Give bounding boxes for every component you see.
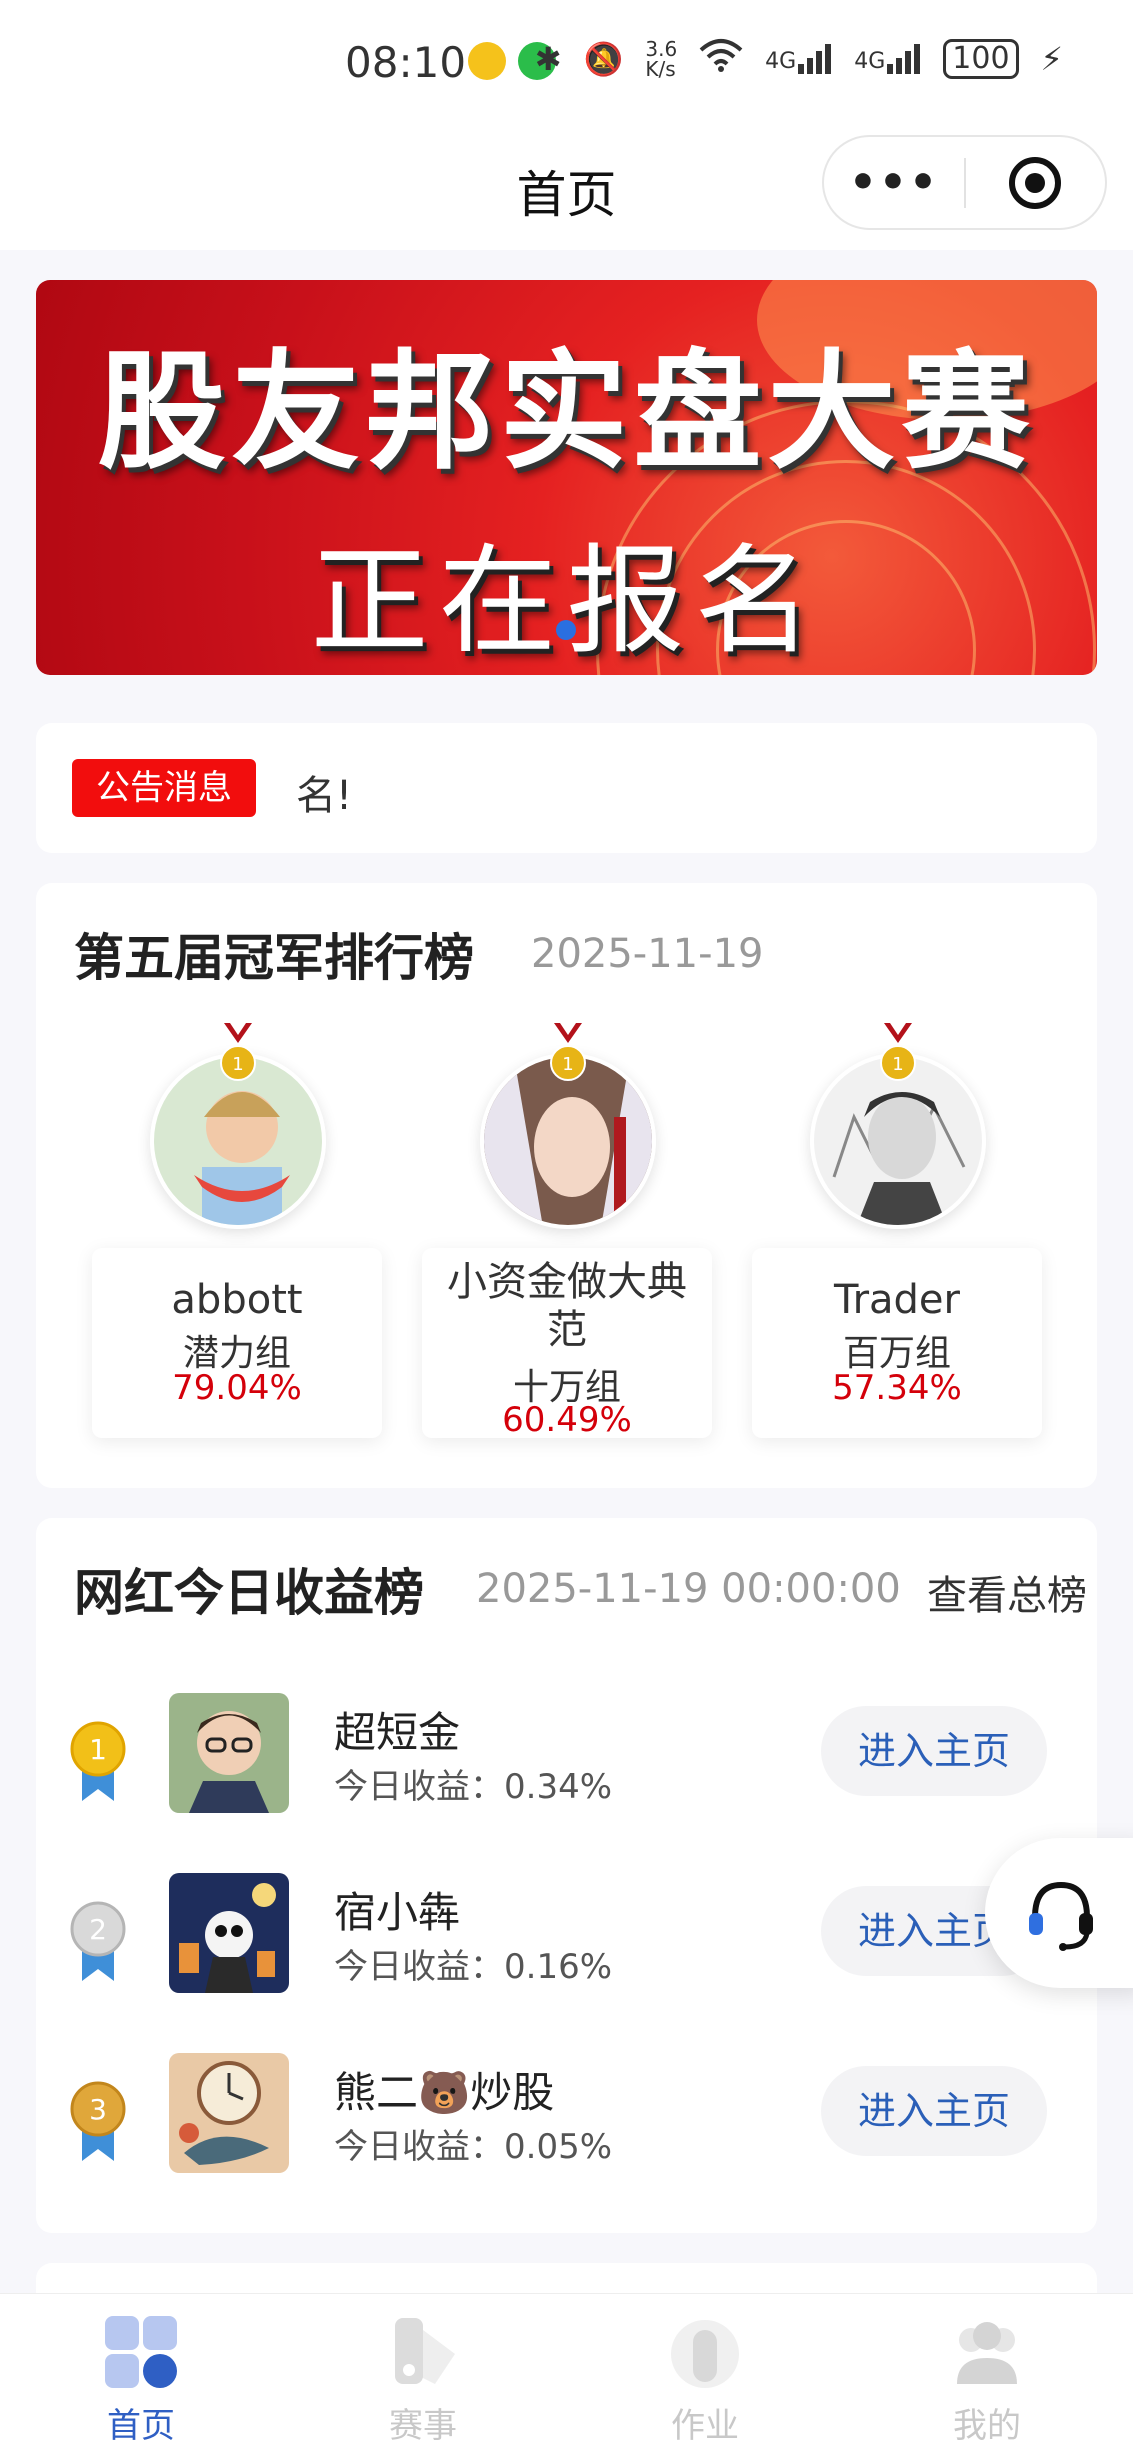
status-time: 08:10 (345, 38, 467, 87)
influencer-row[interactable]: 2 宿小犇 今日收益：0.16% 进入主页 (36, 1873, 1097, 2003)
target-icon (1009, 156, 1062, 209)
svg-text:1: 1 (562, 1054, 573, 1075)
avatar[interactable] (169, 2053, 289, 2173)
champion-card[interactable]: 小资金做大典范 十万组 60.49% (422, 1248, 712, 1440)
svg-text:2: 2 (89, 1913, 107, 1946)
more-menu-button[interactable]: ••• (824, 157, 964, 208)
champion-ranking-section: 第五届冠军排行榜 2025-11-19 abbott 潜力组 79.04% 1 … (36, 883, 1097, 1488)
rank-silver-icon: 2 (70, 1901, 126, 1981)
notice-marquee-text: 名! (296, 773, 353, 819)
weibo-icon (468, 42, 506, 80)
tab-home[interactable]: 首页 (41, 2314, 241, 2446)
rank-bronze-icon: 3 (70, 2081, 126, 2161)
banner-headline: 股友邦实盘大赛 (97, 337, 1036, 487)
champion-title: 第五届冠军排行榜 (74, 929, 474, 987)
customer-service-button[interactable] (985, 1838, 1133, 1988)
enter-homepage-button[interactable]: 进入主页 (821, 2066, 1047, 2156)
network-speed: 3.6 K/s (645, 37, 678, 81)
status-icons: ✱ 🔕 3.6 K/s 4G 4G 100 ⚡ (535, 38, 1063, 80)
headset-icon (1029, 1881, 1093, 1951)
influencer-gain: 今日收益：0.16% (334, 1947, 613, 1987)
rank-gold-icon: 1 (70, 1721, 126, 1801)
svg-text:3: 3 (89, 2093, 107, 2126)
nav-bar: 首页 ••• (0, 125, 1133, 250)
tab-events[interactable]: 赛事 (323, 2314, 523, 2446)
charging-icon: ⚡ (1040, 40, 1063, 78)
close-program-button[interactable] (966, 156, 1105, 209)
notice-tag: 公告消息 (72, 759, 256, 817)
banner-subheadline: 正在报名 (310, 532, 823, 670)
tab-label: 我的 (953, 2406, 1021, 2446)
svg-text:1: 1 (232, 1054, 243, 1075)
svg-text:1: 1 (892, 1054, 903, 1075)
medal-icon: 1 (880, 1023, 916, 1081)
influencer-name: 熊二🐻炒股 (334, 2068, 555, 2117)
home-grid-icon (105, 2316, 177, 2388)
medal-icon: 1 (550, 1023, 586, 1081)
influencer-gain: 今日收益：0.05% (334, 2127, 613, 2167)
influencer-name: 宿小犇 (334, 1888, 461, 1937)
champion-name: Trader (834, 1277, 960, 1323)
champion-card[interactable]: Trader 百万组 57.34% (752, 1248, 1042, 1438)
avatar[interactable] (169, 1693, 289, 1813)
champion-return: 79.04% (172, 1368, 302, 1408)
influencer-gain: 今日收益：0.34% (334, 1767, 613, 1807)
champion-return: 60.49% (502, 1400, 632, 1440)
champion-return: 57.34% (832, 1368, 962, 1408)
mute-icon: 🔕 (583, 40, 624, 78)
medal-icon: 1 (220, 1023, 256, 1081)
profile-icon (957, 2322, 1017, 2384)
mini-program-capsule: ••• (822, 135, 1107, 230)
influencer-row[interactable]: 1 超短金 今日收益：0.34% 进入主页 (36, 1693, 1097, 1823)
notice-bar[interactable]: 公告消息 名! (36, 723, 1097, 853)
bottom-tab-bar: 首页 赛事 作业 我的 (0, 2293, 1133, 2453)
view-all-link[interactable]: 查看总榜 (927, 1563, 1087, 1621)
influencer-name: 超短金 (334, 1708, 461, 1757)
influencer-date: 2025-11-19 00:00:00 (476, 1566, 901, 1612)
enter-homepage-button[interactable]: 进入主页 (821, 1706, 1047, 1796)
tab-mine[interactable]: 我的 (887, 2314, 1087, 2446)
influencer-title: 网红今日收益榜 (74, 1564, 424, 1622)
promo-banner[interactable]: 股友邦实盘大赛 正在报名 (36, 280, 1097, 675)
signal-icon-1: 4G (765, 44, 832, 74)
avatar[interactable] (169, 1873, 289, 1993)
champion-date: 2025-11-19 (531, 931, 764, 977)
champion-name: abbott (171, 1277, 303, 1323)
banner-pagination-dot[interactable] (556, 620, 576, 640)
wifi-icon (699, 38, 743, 80)
svg-text:1: 1 (89, 1733, 107, 1766)
tab-label: 首页 (107, 2406, 175, 2446)
champion-card[interactable]: abbott 潜力组 79.04% (92, 1248, 382, 1438)
champion-name: 小资金做大典范 (447, 1259, 687, 1353)
tab-homework[interactable]: 作业 (605, 2314, 805, 2446)
status-bar: 08:10 ✱ 🔕 3.6 K/s 4G 4G 100 ⚡ (0, 0, 1133, 125)
battery-indicator: 100 (943, 39, 1019, 79)
tab-label: 作业 (671, 2406, 739, 2446)
events-icon (395, 2318, 455, 2384)
influencer-row[interactable]: 3 熊二🐻炒股 今日收益：0.05% 进入主页 (36, 2053, 1097, 2183)
bluetooth-icon: ✱ (534, 40, 562, 78)
homework-icon (671, 2320, 739, 2388)
tab-label: 赛事 (389, 2406, 457, 2446)
influencer-earnings-section: 网红今日收益榜 2025-11-19 00:00:00 查看总榜 1 超短金 今… (36, 1518, 1097, 2233)
signal-icon-2: 4G (854, 44, 921, 74)
